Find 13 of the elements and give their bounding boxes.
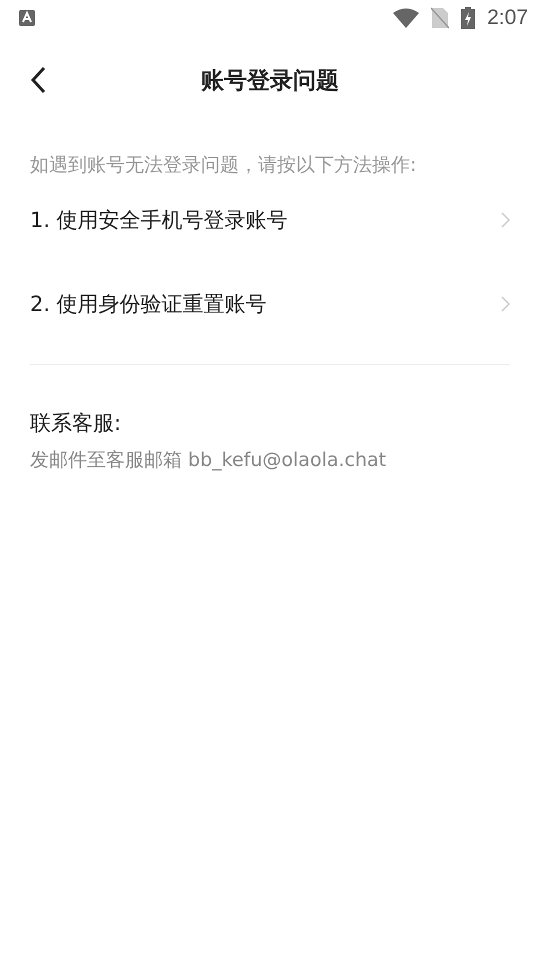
option-item[interactable]: 1. 使用安全手机号登录账号 — [30, 178, 510, 262]
page-title: 账号登录问题 — [201, 66, 339, 96]
clock-time: 2:07 — [487, 6, 528, 30]
instruction-text: 如遇到账号无法登录问题，请按以下方法操作: — [30, 153, 418, 178]
no-sim-icon — [431, 7, 450, 29]
chevron-right-icon — [501, 296, 510, 312]
wifi-icon — [393, 8, 420, 28]
contact-email-text: 发邮件至客服邮箱 bb_kefu@olaola.chat — [30, 448, 388, 473]
option-item[interactable]: 2. 使用身份验证重置账号 — [30, 262, 510, 346]
notification-icon — [19, 10, 35, 26]
chevron-right-icon — [501, 212, 510, 228]
battery-charging-icon — [461, 7, 476, 29]
contact-label: 联系客服: — [30, 410, 122, 437]
